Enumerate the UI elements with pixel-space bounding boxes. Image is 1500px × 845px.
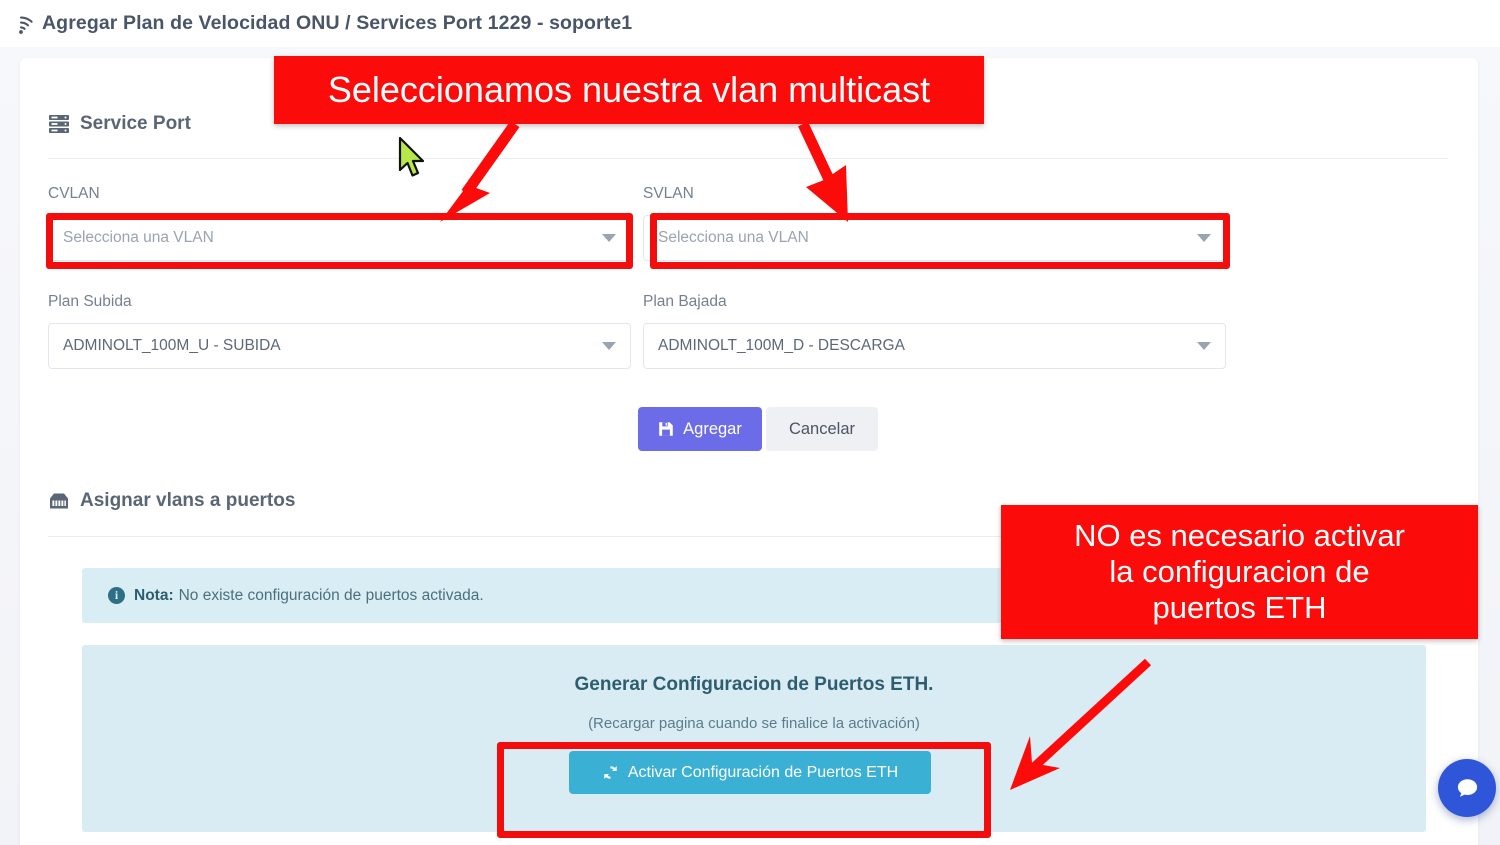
chevron-down-icon <box>602 234 616 242</box>
app-root: Agregar Plan de Velocidad ONU / Services… <box>0 0 1500 845</box>
refresh-icon <box>602 764 619 781</box>
cancelar-button-label: Cancelar <box>788 419 856 438</box>
ethernet-port-icon <box>48 492 70 510</box>
callout-right-line-2: la configuracion de <box>1109 554 1370 590</box>
nota-alert-text: No existe configuración de puertos activ… <box>178 586 484 604</box>
cancelar-button[interactable]: Cancelar <box>766 407 878 451</box>
plan-bajada-select-value: ADMINOLT_100M_D - DESCARGA <box>658 337 905 354</box>
chevron-down-icon <box>1197 234 1211 242</box>
chat-widget-button[interactable] <box>1438 759 1496 817</box>
svlan-select[interactable]: Selecciona una VLAN <box>643 215 1226 261</box>
cvlan-label: CVLAN <box>48 185 100 202</box>
cvlan-select-value: Selecciona una VLAN <box>63 229 214 246</box>
plan-subida-select-value: ADMINOLT_100M_U - SUBIDA <box>63 337 281 354</box>
content-card: Service Port CVLAN Selecciona una VLAN S… <box>20 58 1478 845</box>
info-icon: i <box>108 587 125 604</box>
plan-bajada-label: Plan Bajada <box>643 293 727 310</box>
save-icon <box>658 421 674 437</box>
asignar-vlans-heading-label: Asignar vlans a puertos <box>80 490 296 511</box>
generar-config-title: Generar Configuracion de Puertos ETH. <box>574 674 934 695</box>
plan-subida-select[interactable]: ADMINOLT_100M_U - SUBIDA <box>48 323 631 369</box>
agregar-button[interactable]: Agregar <box>638 407 762 451</box>
wifi-icon <box>8 13 34 35</box>
generar-config-panel: Generar Configuracion de Puertos ETH. (R… <box>82 645 1426 832</box>
chevron-down-icon <box>602 342 616 350</box>
server-rack-icon <box>48 114 70 134</box>
agregar-button-label: Agregar <box>683 419 742 438</box>
callout-right-line-3: puertos ETH <box>1152 589 1327 625</box>
callout-right-line-1: NO es necesario activar <box>1074 518 1405 554</box>
callout-top-banner: Seleccionamos nuestra vlan multicast <box>274 56 984 124</box>
plan-subida-label: Plan Subida <box>48 293 132 310</box>
asignar-vlans-heading: Asignar vlans a puertos <box>48 490 295 512</box>
callout-right-banner: NO es necesario activar la configuracion… <box>1001 505 1478 639</box>
section-divider-top <box>48 158 1448 159</box>
activar-config-puertos-eth-button[interactable]: Activar Configuración de Puertos ETH <box>569 751 931 794</box>
page-header: Agregar Plan de Velocidad ONU / Services… <box>0 0 1500 47</box>
plan-bajada-select[interactable]: ADMINOLT_100M_D - DESCARGA <box>643 323 1226 369</box>
chevron-down-icon <box>1197 342 1211 350</box>
svlan-label: SVLAN <box>643 185 694 202</box>
generar-config-subtitle: (Recargar pagina cuando se finalice la a… <box>588 715 920 732</box>
chat-bubble-icon <box>1457 778 1477 797</box>
nota-alert-strong: Nota: <box>134 586 174 604</box>
service-port-heading: Service Port <box>48 113 191 135</box>
callout-top-banner-text: Seleccionamos nuestra vlan multicast <box>327 69 931 111</box>
cvlan-select[interactable]: Selecciona una VLAN <box>48 215 631 261</box>
activar-config-button-label: Activar Configuración de Puertos ETH <box>627 763 899 781</box>
page-title: Agregar Plan de Velocidad ONU / Services… <box>42 12 633 34</box>
service-port-heading-label: Service Port <box>80 113 191 134</box>
svlan-select-value: Selecciona una VLAN <box>658 229 809 246</box>
